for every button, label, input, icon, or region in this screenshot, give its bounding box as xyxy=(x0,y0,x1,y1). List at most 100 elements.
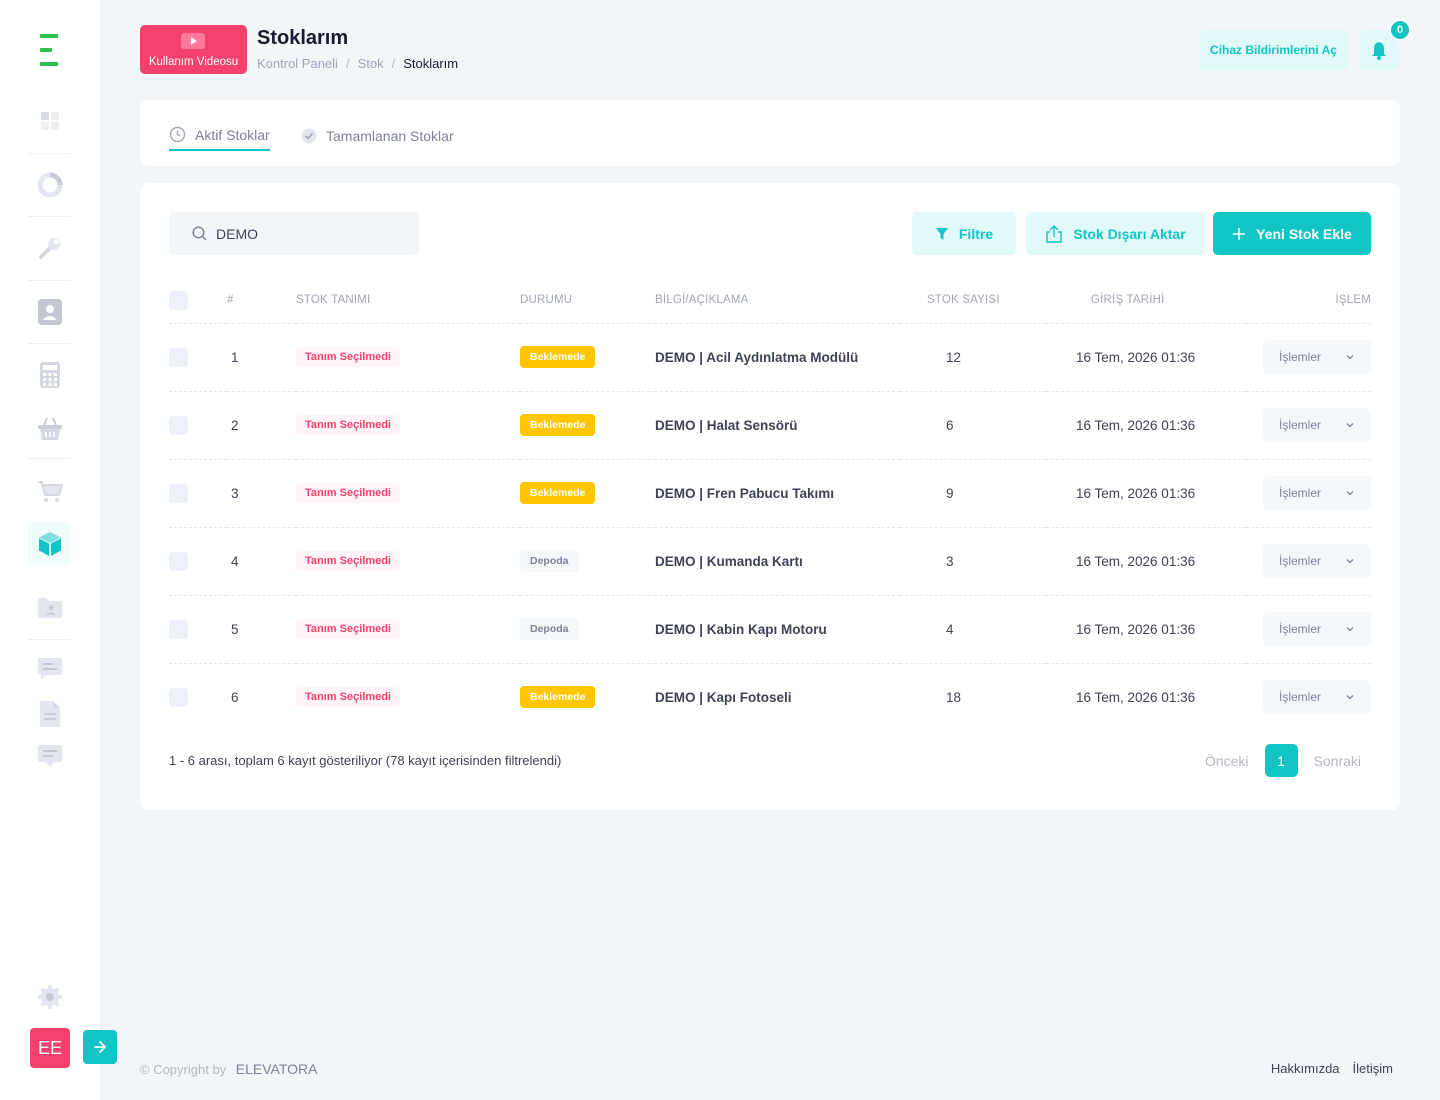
row-checkbox[interactable] xyxy=(169,347,188,367)
document-icon[interactable] xyxy=(28,692,71,735)
footer-links: Hakkımızda İletişim xyxy=(1271,1061,1393,1076)
chevron-down-icon xyxy=(1346,559,1354,564)
app-logo[interactable] xyxy=(40,34,58,66)
column-header-no: # xyxy=(227,278,296,324)
footer-link-about[interactable]: Hakkımızda xyxy=(1271,1061,1340,1076)
stock-count: 12 xyxy=(946,349,962,365)
bell-icon xyxy=(1372,41,1386,60)
table-row: 5 Tanım Seçilmedi Depoda DEMO | Kabin Kapı … xyxy=(169,595,1371,664)
filter-icon xyxy=(935,227,948,240)
add-stock-button[interactable]: Yeni Stok Ekle xyxy=(1213,212,1371,255)
wrench-icon[interactable] xyxy=(28,226,71,269)
row-checkbox[interactable] xyxy=(169,483,188,503)
entry-date: 16 Tem, 2026 01:36 xyxy=(1076,349,1196,365)
tabs-card: Aktif Stoklar Tamamlanan Stoklar xyxy=(140,100,1400,166)
notification-count-badge: 0 xyxy=(1389,19,1411,41)
page-button-current[interactable]: 1 xyxy=(1264,744,1298,777)
row-number: 1 xyxy=(231,349,239,365)
row-checkbox[interactable] xyxy=(169,551,188,571)
stock-description: DEMO | Kapı Fotoseli xyxy=(655,689,792,705)
export-stock-button[interactable]: Stok Dışarı Aktar xyxy=(1026,212,1205,255)
search-icon xyxy=(192,226,207,241)
history-icon xyxy=(169,126,186,143)
arrow-right-icon xyxy=(94,1041,106,1053)
row-actions-label: İşlemler xyxy=(1279,350,1322,364)
definition-badge: Tanım Seçilmedi xyxy=(296,687,400,708)
row-actions-dropdown[interactable]: İşlemler xyxy=(1263,544,1371,578)
plus-icon xyxy=(1233,227,1246,240)
pagination: Önceki 1 Sonraki xyxy=(1205,744,1371,777)
search-box[interactable] xyxy=(169,212,419,255)
basket-icon[interactable] xyxy=(28,407,71,450)
box-icon[interactable] xyxy=(28,522,71,565)
chevron-down-icon xyxy=(1346,627,1354,632)
device-notifications-button[interactable]: Cihaz Bildirimlerini Aç xyxy=(1199,30,1348,70)
copyright-text: © Copyright by xyxy=(140,1062,227,1077)
definition-badge: Tanım Seçilmedi xyxy=(296,483,400,503)
filter-button[interactable]: Filtre xyxy=(912,212,1016,255)
entry-date: 16 Tem, 2026 01:36 xyxy=(1076,553,1196,569)
column-header-definition: STOK TANIMI xyxy=(296,278,520,324)
row-number: 3 xyxy=(231,485,239,501)
search-input[interactable] xyxy=(216,225,406,242)
stock-count: 4 xyxy=(946,621,954,637)
gear-icon[interactable] xyxy=(28,975,71,1018)
breadcrumb-item-stock[interactable]: Stok xyxy=(358,56,384,71)
stock-count: 3 xyxy=(946,553,954,569)
chat-icon[interactable] xyxy=(28,735,71,778)
select-all-checkbox[interactable] xyxy=(169,290,188,310)
chevron-down-icon xyxy=(1346,355,1354,360)
row-number: 6 xyxy=(231,689,239,705)
previous-page-button[interactable]: Önceki xyxy=(1205,753,1249,769)
contact-icon[interactable] xyxy=(28,290,71,333)
table-row: 3 Tanım Seçilmedi Beklemede DEMO | Fren Pab… xyxy=(169,459,1371,528)
definition-badge: Tanım Seçilmedi xyxy=(296,619,400,639)
calculator-icon[interactable] xyxy=(28,353,71,396)
next-page-button[interactable]: Sonraki xyxy=(1314,753,1361,769)
stock-count: 9 xyxy=(946,485,954,501)
breadcrumb: Kontrol Paneli / Stok / Stoklarım xyxy=(257,56,459,71)
play-icon xyxy=(181,33,205,49)
table-row: 4 Tanım Seçilmedi Depoda DEMO | Kumanda Kar… xyxy=(169,527,1371,596)
stock-description: DEMO | Kabin Kapı Motoru xyxy=(655,621,827,637)
folder-user-icon[interactable] xyxy=(28,586,71,629)
row-checkbox[interactable] xyxy=(169,687,188,707)
column-header-info: BİLGİ/AÇIKLAMA xyxy=(655,278,900,324)
row-actions-dropdown[interactable]: İşlemler xyxy=(1263,680,1371,715)
breadcrumb-item-home[interactable]: Kontrol Paneli xyxy=(257,56,338,71)
row-actions-dropdown[interactable]: İşlemler xyxy=(1263,612,1371,646)
tab-active-stocks-label: Aktif Stoklar xyxy=(195,126,270,143)
tutorial-video-button[interactable]: Kullanım Videosu xyxy=(140,25,247,74)
stock-description: DEMO | Kumanda Kartı xyxy=(655,553,803,569)
footer-brand-link[interactable]: ELEVATORA xyxy=(236,1061,318,1077)
chart-icon[interactable] xyxy=(28,163,71,206)
tab-active-stocks[interactable]: Aktif Stoklar xyxy=(169,124,270,151)
stock-description: DEMO | Fren Pabucu Takımı xyxy=(655,485,835,501)
row-checkbox[interactable] xyxy=(169,415,188,435)
row-actions-dropdown[interactable]: İşlemler xyxy=(1263,476,1371,510)
column-header-count: STOK SAYISI xyxy=(900,278,1046,324)
column-header-action: İŞLEM xyxy=(1246,278,1371,324)
footer-link-contact[interactable]: İletişim xyxy=(1353,1061,1393,1076)
row-actions-dropdown[interactable]: İşlemler xyxy=(1263,340,1371,374)
entry-date: 16 Tem, 2026 01:36 xyxy=(1076,689,1196,705)
row-checkbox[interactable] xyxy=(169,619,188,639)
user-avatar[interactable]: EE xyxy=(30,1028,70,1068)
tab-completed-stocks-label: Tamamlanan Stoklar xyxy=(326,127,454,144)
table-row: 1 Tanım Seçilmedi Beklemede DEMO | Acil Ayd… xyxy=(169,323,1371,392)
stock-description: DEMO | Acil Aydınlatma Modülü xyxy=(655,349,859,365)
definition-badge: Tanım Seçilmedi xyxy=(296,551,400,571)
row-actions-dropdown[interactable]: İşlemler xyxy=(1263,408,1371,442)
sidebar-toggle-button[interactable] xyxy=(83,1030,117,1064)
chevron-down-icon xyxy=(1346,695,1354,700)
sidebar: EE xyxy=(0,0,117,1100)
cart-icon[interactable] xyxy=(28,469,71,512)
chevron-down-icon xyxy=(1346,423,1354,428)
dashboard-icon[interactable] xyxy=(28,99,71,142)
footer-copyright: © Copyright by ELEVATORA xyxy=(140,1061,318,1077)
add-button-label: Yeni Stok Ekle xyxy=(1256,225,1352,242)
chevron-down-icon xyxy=(1346,491,1354,496)
tab-completed-stocks[interactable]: Tamamlanan Stoklar xyxy=(301,124,454,151)
message-icon[interactable] xyxy=(28,648,71,691)
table-row: 6 Tanım Seçilmedi Beklemede DEMO | Kapı Fot… xyxy=(169,663,1371,731)
